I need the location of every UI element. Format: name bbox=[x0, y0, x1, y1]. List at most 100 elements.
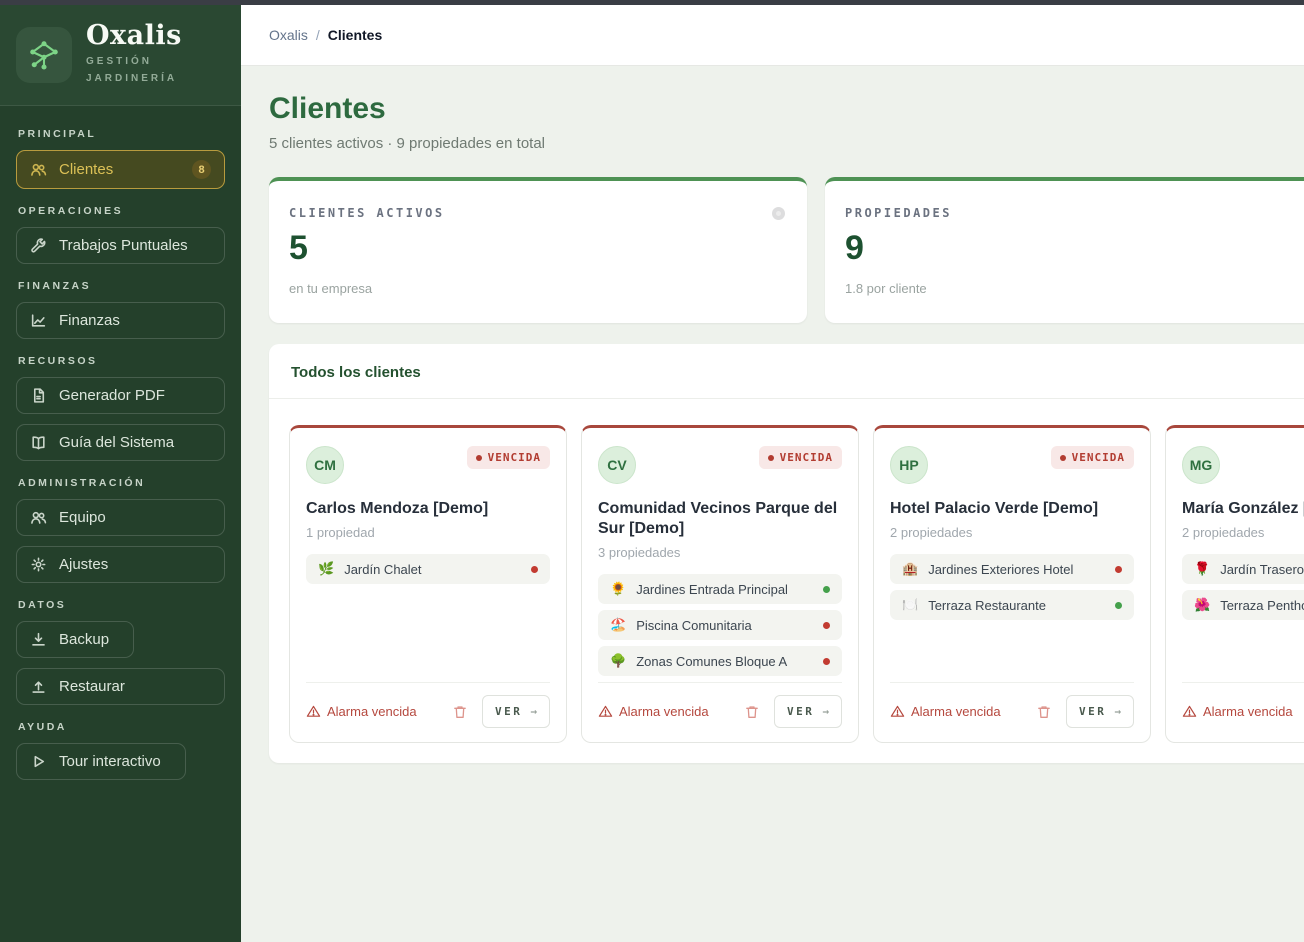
sidebar-section-label: OPERACIONES bbox=[18, 205, 225, 217]
chart-icon bbox=[30, 312, 47, 329]
arrow-right-icon: → bbox=[822, 705, 829, 718]
sidebar-section-label: AYUDA bbox=[18, 721, 225, 733]
sidebar-nav: PRINCIPAL Clientes 8 OPERACIONES Trabajo… bbox=[0, 106, 241, 780]
gear-icon bbox=[30, 556, 47, 573]
warning-icon bbox=[1182, 704, 1197, 719]
warning-icon bbox=[306, 704, 321, 719]
property-row: 🌺 Terraza Penthouse bbox=[1182, 590, 1304, 620]
arrow-right-icon: → bbox=[1114, 705, 1121, 718]
property-row: 🍽️ Terraza Restaurante bbox=[890, 590, 1134, 620]
avatar: CM bbox=[306, 446, 344, 484]
status-badge: VENCIDA bbox=[1051, 446, 1134, 469]
property-emoji-icon: 🍽️ bbox=[902, 597, 918, 613]
client-name: Comunidad Vecinos Parque del Sur [Demo] bbox=[598, 499, 842, 539]
sidebar-section-label: RECURSOS bbox=[18, 355, 225, 367]
sidebar-section-datos: DATOS Backup Restaurar bbox=[16, 599, 225, 705]
sidebar-item-ajustes[interactable]: Ajustes bbox=[16, 546, 225, 583]
sidebar: Oxalis GESTIÓN JARDINERÍA PRINCIPAL Clie… bbox=[0, 0, 241, 942]
property-list: 🌿 Jardín Chalet bbox=[306, 554, 550, 590]
sidebar-item-finanzas[interactable]: Finanzas bbox=[16, 302, 225, 339]
property-status-dot bbox=[1115, 566, 1122, 573]
stat-note: 1.8 por cliente bbox=[845, 281, 1304, 296]
sidebar-section-recursos: RECURSOS Generador PDF Guía del Sistema bbox=[16, 355, 225, 461]
sidebar-item-label: Trabajos Puntuales bbox=[59, 237, 188, 254]
property-emoji-icon: 🌿 bbox=[318, 561, 334, 577]
sidebar-section-label: FINANZAS bbox=[18, 280, 225, 292]
warning-icon bbox=[890, 704, 905, 719]
property-name: Terraza Restaurante bbox=[928, 598, 1046, 613]
overdue-alarm: Alarma vencida bbox=[598, 704, 709, 719]
sidebar-item-equipo[interactable]: Equipo bbox=[16, 499, 225, 536]
sidebar-item-label: Finanzas bbox=[59, 312, 120, 329]
property-row: 🌳 Zonas Comunes Bloque A bbox=[598, 646, 842, 676]
arrow-right-icon: → bbox=[530, 705, 537, 718]
property-list: 🌻 Jardines Entrada Principal 🏖️ Piscina … bbox=[598, 574, 842, 682]
avatar: HP bbox=[890, 446, 928, 484]
sidebar-item-label: Backup bbox=[59, 631, 109, 648]
breadcrumb: Oxalis / Clientes bbox=[241, 5, 1304, 66]
stat-note: en tu empresa bbox=[289, 281, 787, 296]
view-client-button[interactable]: VER→ bbox=[1066, 695, 1134, 728]
property-name: Terraza Penthouse bbox=[1220, 598, 1304, 613]
sidebar-item-badge: 8 bbox=[192, 160, 211, 179]
property-name: Jardines Entrada Principal bbox=[636, 582, 788, 597]
property-name: Jardín Trasero bbox=[1220, 562, 1304, 577]
trash-icon bbox=[1036, 704, 1052, 720]
property-status-dot bbox=[823, 586, 830, 593]
client-card-maria-gonzalez-demo: MG VENCIDA María González [Demo] 2 propi… bbox=[1165, 425, 1304, 743]
avatar: CV bbox=[598, 446, 636, 484]
card-footer: Alarma vencida VER→ bbox=[1182, 682, 1304, 728]
stat-value: 9 bbox=[845, 229, 1304, 268]
badge-dot-icon bbox=[476, 455, 482, 461]
brand-logo[interactable]: Oxalis GESTIÓN JARDINERÍA bbox=[0, 5, 241, 106]
delete-client-button[interactable] bbox=[744, 704, 760, 720]
page-title: Clientes bbox=[269, 92, 1304, 126]
sidebar-item-label: Guía del Sistema bbox=[59, 434, 174, 451]
clients-panel-title: Todos los clientes bbox=[291, 364, 1304, 381]
warning-icon bbox=[598, 704, 613, 719]
stat-label: PROPIEDADES bbox=[845, 206, 1304, 220]
stat-label: CLIENTES ACTIVOS bbox=[289, 206, 787, 220]
page-subtitle: 5 clientes activos · 9 propiedades en to… bbox=[269, 135, 1304, 152]
sidebar-item-restaurar[interactable]: Restaurar bbox=[16, 668, 225, 705]
view-client-button[interactable]: VER→ bbox=[482, 695, 550, 728]
client-name: Hotel Palacio Verde [Demo] bbox=[890, 499, 1134, 519]
sidebar-section-label: DATOS bbox=[18, 599, 225, 611]
card-footer: Alarma vencida VER→ bbox=[306, 682, 550, 728]
sidebar-section-administracion: ADMINISTRACIÓN Equipo Ajustes bbox=[16, 477, 225, 583]
sidebar-item-clientes[interactable]: Clientes 8 bbox=[16, 150, 225, 189]
stats-row: CLIENTES ACTIVOS 5 en tu empresa PROPIED… bbox=[269, 177, 1304, 323]
play-icon bbox=[30, 753, 47, 770]
view-client-button[interactable]: VER→ bbox=[774, 695, 842, 728]
sidebar-item-backup[interactable]: Backup bbox=[16, 621, 134, 658]
stat-card-clientes-activos: CLIENTES ACTIVOS 5 en tu empresa bbox=[269, 177, 807, 323]
client-name: Carlos Mendoza [Demo] bbox=[306, 499, 550, 519]
property-row: 🏨 Jardines Exteriores Hotel bbox=[890, 554, 1134, 584]
client-name: María González [Demo] bbox=[1182, 499, 1304, 519]
sidebar-item-generador-pdf[interactable]: Generador PDF bbox=[16, 377, 225, 414]
overdue-alarm: Alarma vencida bbox=[1182, 704, 1293, 719]
sidebar-item-label: Equipo bbox=[59, 509, 106, 526]
property-list: 🌹 Jardín Trasero 🌺 Terraza Penthouse bbox=[1182, 554, 1304, 626]
property-emoji-icon: 🌻 bbox=[610, 581, 626, 597]
delete-client-button[interactable] bbox=[452, 704, 468, 720]
sidebar-item-tour-interactivo[interactable]: Tour interactivo bbox=[16, 743, 186, 780]
sidebar-item-guia-del-sistema[interactable]: Guía del Sistema bbox=[16, 424, 225, 461]
sidebar-section-principal: PRINCIPAL Clientes 8 bbox=[16, 128, 225, 189]
card-footer: Alarma vencida VER→ bbox=[598, 682, 842, 728]
sidebar-section-finanzas: FINANZAS Finanzas bbox=[16, 280, 225, 339]
client-card-carlos-mendoza-demo: CM VENCIDA Carlos Mendoza [Demo] 1 propi… bbox=[289, 425, 567, 743]
client-property-count: 1 propiedad bbox=[306, 525, 550, 540]
window-top-bar bbox=[0, 0, 1304, 5]
delete-client-button[interactable] bbox=[1036, 704, 1052, 720]
stat-card-propiedades: PROPIEDADES 9 1.8 por cliente bbox=[825, 177, 1304, 323]
breadcrumb-root-link[interactable]: Oxalis bbox=[269, 27, 308, 43]
sidebar-item-trabajos-puntuales[interactable]: Trabajos Puntuales bbox=[16, 227, 225, 264]
client-property-count: 3 propiedades bbox=[598, 545, 842, 560]
status-badge: VENCIDA bbox=[759, 446, 842, 469]
property-emoji-icon: 🌺 bbox=[1194, 597, 1210, 613]
stat-value: 5 bbox=[289, 229, 787, 268]
client-property-count: 2 propiedades bbox=[890, 525, 1134, 540]
content: Clientes 5 clientes activos · 9 propieda… bbox=[241, 66, 1304, 803]
sidebar-item-label: Restaurar bbox=[59, 678, 125, 695]
